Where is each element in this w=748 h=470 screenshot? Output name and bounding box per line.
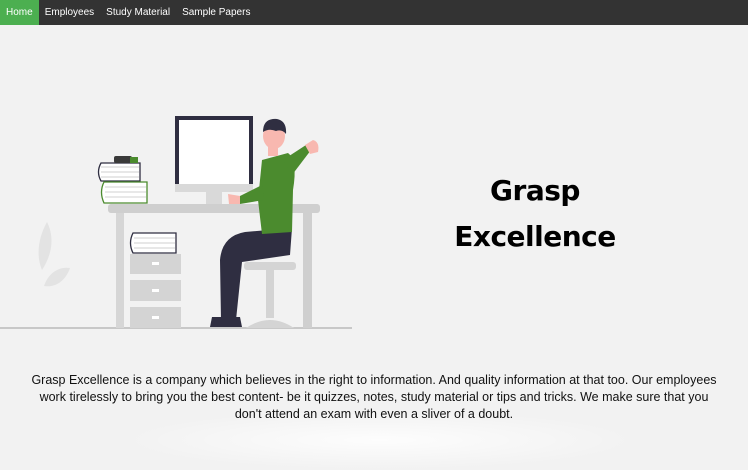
- chair-icon: [244, 262, 296, 328]
- monitor-icon: [175, 116, 253, 204]
- title-line-2: Excellence: [454, 220, 616, 253]
- title-line-1: Grasp: [490, 174, 580, 207]
- company-description: Grasp Excellence is a company which beli…: [31, 373, 717, 421]
- top-navbar: Home Employees Study Material Sample Pap…: [0, 0, 748, 25]
- leaf-icon: [38, 222, 70, 287]
- books-stack-icon: [129, 232, 177, 254]
- nav-home[interactable]: Home: [0, 0, 39, 25]
- page-title: Grasp Excellence: [440, 168, 630, 260]
- nav-study-material[interactable]: Study Material: [100, 0, 176, 25]
- nav-sample-papers[interactable]: Sample Papers: [176, 0, 256, 25]
- person-at-desk-illustration: [0, 116, 352, 329]
- books-icon: [97, 156, 148, 204]
- drawer-cabinet-icon: [130, 254, 181, 328]
- nav-employees[interactable]: Employees: [39, 0, 100, 25]
